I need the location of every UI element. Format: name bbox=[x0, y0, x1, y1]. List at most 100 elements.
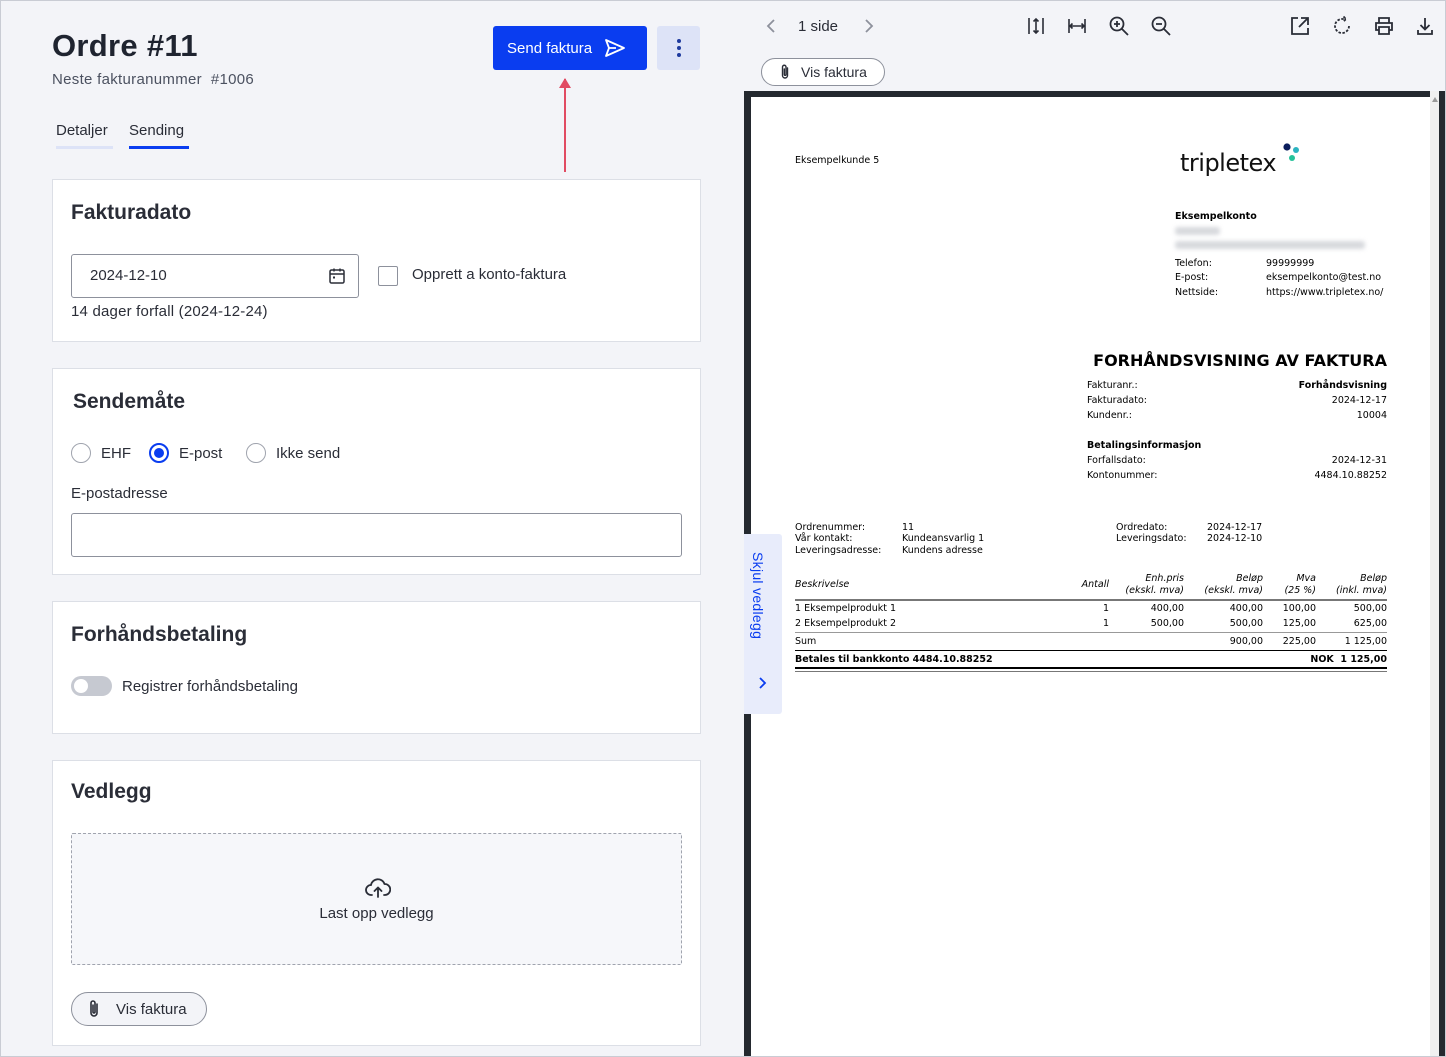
view-invoice-pill-label: Vis faktura bbox=[801, 64, 867, 80]
tab-details[interactable]: Detaljer bbox=[56, 122, 113, 149]
col-vat-sub: (25 %) bbox=[1284, 585, 1316, 596]
col-total: Beløp bbox=[1360, 573, 1387, 584]
hide-attachments-tab[interactable]: Skjul vedlegg bbox=[744, 534, 782, 714]
total-double-rule bbox=[795, 667, 1387, 669]
row-2-vat: 125,00 bbox=[1282, 618, 1316, 629]
radio-ehf-label: EHF bbox=[101, 445, 131, 462]
next-invoice-label: Neste fakturanummer bbox=[52, 71, 202, 88]
col-unit-price: Enh.pris bbox=[1145, 573, 1184, 584]
previous-page-icon[interactable] bbox=[761, 15, 783, 37]
row-2-total: 625,00 bbox=[1353, 618, 1387, 629]
send-method-heading: Sendemåte bbox=[73, 390, 186, 413]
print-icon[interactable] bbox=[1373, 15, 1395, 37]
invoice-customer: Eksempelkunde 5 bbox=[795, 155, 880, 166]
attachments-card: Vedlegg Last opp vedlegg Vis faktura bbox=[52, 760, 701, 1046]
invoice-date-input[interactable]: 2024-12-10 bbox=[71, 254, 359, 298]
radio-ehf[interactable] bbox=[71, 443, 91, 463]
tripletex-logo: tripletex bbox=[1180, 149, 1277, 177]
attachments-heading: Vedlegg bbox=[71, 780, 152, 803]
logo-dots-icon bbox=[1283, 143, 1299, 161]
order-date-label: Ordredato: bbox=[1116, 522, 1168, 533]
calendar-icon[interactable] bbox=[328, 267, 346, 285]
chevron-right-icon bbox=[759, 677, 767, 689]
order-number-value: 11 bbox=[902, 522, 915, 533]
document-area: Eksempelkunde 5 tripletex Eksempelkonto … bbox=[744, 91, 1445, 1056]
redacted-line bbox=[1175, 227, 1220, 235]
radio-email-label: E-post bbox=[179, 445, 223, 462]
more-options-button[interactable] bbox=[657, 26, 700, 70]
scroll-up-arrow-icon[interactable] bbox=[1432, 97, 1438, 102]
page-title: Ordre #11 bbox=[52, 28, 198, 63]
email-field[interactable] bbox=[71, 513, 682, 557]
view-invoice-label: Vis faktura bbox=[116, 1000, 187, 1018]
rows-rule bbox=[795, 632, 1387, 633]
upload-label: Last opp vedlegg bbox=[319, 905, 434, 922]
due-date-value: 2024-12-31 bbox=[1331, 455, 1387, 466]
send-invoice-button[interactable]: Send faktura bbox=[493, 26, 647, 70]
sum-amount: 900,00 bbox=[1229, 636, 1263, 647]
zoom-in-icon[interactable] bbox=[1108, 15, 1130, 37]
fit-height-icon[interactable] bbox=[1025, 15, 1047, 37]
prepayment-card: Forhåndsbetaling Registrer forhåndsbetal… bbox=[52, 601, 701, 734]
company-name: Eksempelkonto bbox=[1175, 211, 1257, 222]
row-2-amount: 500,00 bbox=[1229, 618, 1263, 629]
due-date-text: 14 dager forfall (2024-12-24) bbox=[71, 303, 268, 320]
view-invoice-pill[interactable]: Vis faktura bbox=[761, 58, 885, 86]
delivery-date-label: Leveringsdato: bbox=[1116, 533, 1187, 544]
page-count: 1 side bbox=[798, 18, 839, 35]
tab-sending[interactable]: Sending bbox=[129, 122, 189, 149]
radio-no-send[interactable] bbox=[246, 443, 266, 463]
invoice-date-value: 2024-12-10 bbox=[90, 267, 167, 284]
pay-total: NOK 1 125,00 bbox=[1310, 654, 1387, 665]
view-invoice-button[interactable]: Vis faktura bbox=[71, 992, 207, 1026]
document-scrollbar[interactable] bbox=[1430, 91, 1439, 1056]
table-header-rule bbox=[795, 599, 1387, 601]
prepayment-toggle-label: Registrer forhåndsbetaling bbox=[122, 678, 298, 695]
next-page-icon[interactable] bbox=[857, 15, 879, 37]
phone-value: 99999999 bbox=[1266, 258, 1315, 269]
radio-email[interactable] bbox=[149, 443, 169, 463]
pdf-viewer: 1 side Vis faktura Eksempelkunde 5 tripl… bbox=[744, 1, 1445, 1056]
email-value: eksempelkonto@test.no bbox=[1266, 272, 1382, 283]
sum-vat: 225,00 bbox=[1282, 636, 1316, 647]
order-date-value: 2024-12-17 bbox=[1207, 522, 1263, 533]
rotate-icon[interactable] bbox=[1331, 15, 1353, 37]
open-external-icon[interactable] bbox=[1289, 15, 1311, 37]
download-icon[interactable] bbox=[1414, 15, 1436, 37]
col-vat: Mva bbox=[1296, 573, 1316, 584]
invoice-date-label: Fakturadato: bbox=[1087, 395, 1147, 406]
paperclip-icon bbox=[90, 1000, 98, 1017]
delivery-address-value: Kundens adresse bbox=[902, 545, 983, 556]
customer-number-value: 10004 bbox=[1356, 410, 1387, 421]
sum-rule bbox=[795, 650, 1387, 651]
payment-heading: Betalingsinformasjon bbox=[1087, 440, 1202, 451]
col-total-sub: (inkl. mva) bbox=[1336, 585, 1387, 596]
paperclip-icon bbox=[781, 64, 789, 79]
send-method-card: Sendemåte EHF E-post Ikke send E-postadr… bbox=[52, 368, 701, 575]
email-label: E-post: bbox=[1175, 272, 1209, 283]
upload-dropzone[interactable]: Last opp vedlegg bbox=[71, 833, 682, 965]
col-quantity: Antall bbox=[1081, 579, 1109, 590]
row-2-unit: 500,00 bbox=[1150, 618, 1184, 629]
cloud-upload-icon bbox=[365, 878, 391, 898]
email-field-label: E-postadresse bbox=[71, 485, 168, 502]
col-unit-price-sub: (ekskl. mva) bbox=[1125, 585, 1184, 596]
redacted-line bbox=[1175, 241, 1365, 249]
invoice-date-card: Fakturadato 2024-12-10 Opprett a konto-f… bbox=[52, 179, 701, 342]
prepayment-toggle[interactable] bbox=[71, 676, 112, 696]
col-amount: Beløp bbox=[1236, 573, 1263, 584]
contact-value: Kundeansvarlig 1 bbox=[902, 533, 985, 544]
next-invoice-number: Neste fakturanummer #1006 bbox=[52, 71, 254, 88]
website-label: Nettside: bbox=[1175, 287, 1219, 298]
order-panel: Ordre #11 Neste fakturanummer #1006 Send… bbox=[1, 1, 744, 1056]
due-date-label: Forfallsdato: bbox=[1087, 455, 1146, 466]
zoom-out-icon[interactable] bbox=[1150, 15, 1172, 37]
on-account-checkbox[interactable] bbox=[378, 266, 398, 286]
send-icon bbox=[605, 39, 625, 57]
viewer-toolbar: 1 side Vis faktura bbox=[744, 1, 1445, 91]
account-number-label: Kontonummer: bbox=[1087, 470, 1158, 481]
send-invoice-label: Send faktura bbox=[507, 39, 593, 57]
invoice-date-heading: Fakturadato bbox=[71, 201, 192, 224]
fit-width-icon[interactable] bbox=[1066, 15, 1088, 37]
delivery-date-value: 2024-12-10 bbox=[1207, 533, 1263, 544]
